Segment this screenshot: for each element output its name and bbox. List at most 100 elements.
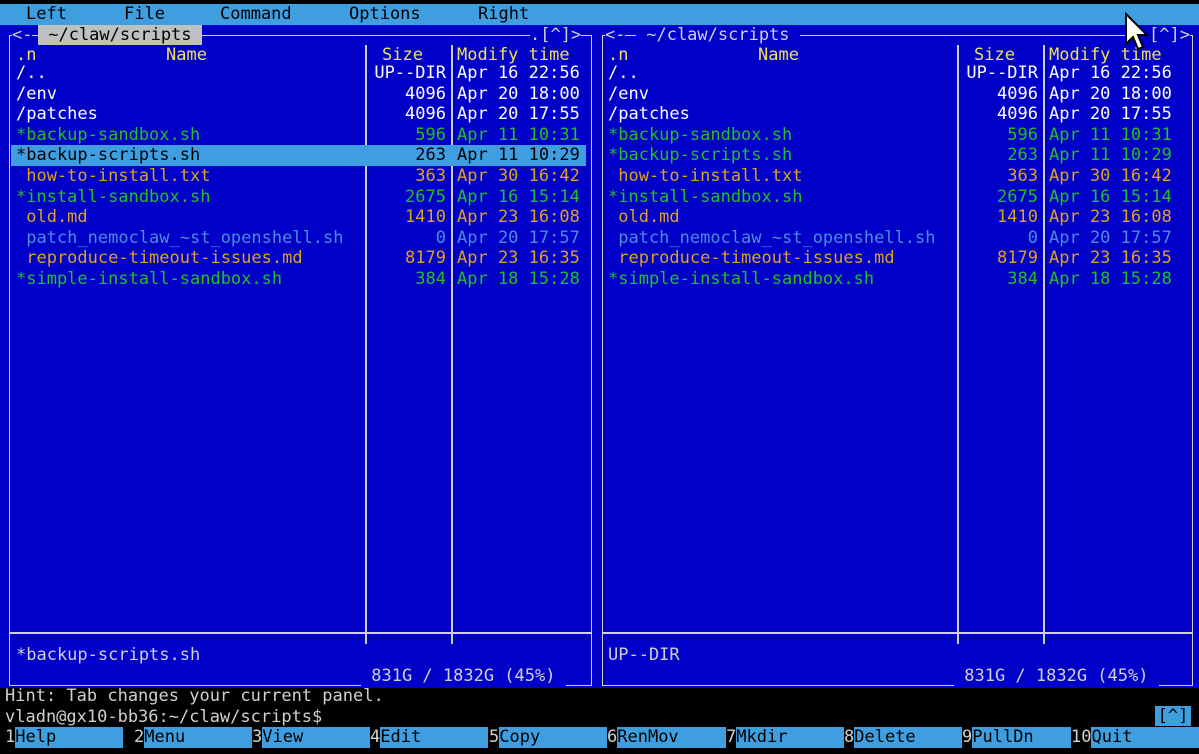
- file-name: old.md: [16, 207, 88, 228]
- fkey-number: 5: [489, 727, 500, 747]
- file-row[interactable]: /.. UP--DIR Apr 16 22:56: [11, 63, 586, 84]
- right-status-divider: [603, 632, 1192, 634]
- left-status-divider: [10, 632, 591, 634]
- file-size: 4096: [405, 83, 446, 104]
- file-row[interactable]: old.md 1410 Apr 23 16:08: [604, 207, 1192, 228]
- file-size: 1410: [405, 207, 446, 228]
- file-row[interactable]: reproduce-timeout-issues.md 8179 Apr 23 16…: [604, 248, 1192, 269]
- fkey-quit[interactable]: 10Quit: [1071, 727, 1199, 748]
- file-row[interactable]: *backup-scripts.sh 263 Apr 11 10:29: [11, 145, 586, 166]
- fkey-renmov[interactable]: 6RenMov: [607, 727, 726, 748]
- fkey-menu[interactable]: 2Menu: [134, 727, 252, 748]
- file-row[interactable]: old.md 1410 Apr 23 16:08: [11, 207, 586, 228]
- file-row[interactable]: how-to-install.txt 363 Apr 30 16:42: [11, 166, 586, 187]
- file-row[interactable]: /env 4096 Apr 20 18:00: [604, 84, 1192, 105]
- file-size: 2675: [997, 186, 1038, 207]
- file-size: 384: [1007, 269, 1038, 289]
- right-status-line: UP--DIR: [608, 645, 680, 665]
- menu-right[interactable]: Right: [478, 4, 529, 25]
- right-panel[interactable]: <- ~/claw/scripts [^]> .n Name Size Modi…: [599, 25, 1199, 688]
- file-row[interactable]: *backup-sandbox.sh 596 Apr 11 10:31: [604, 125, 1192, 146]
- file-row[interactable]: /patches 4096 Apr 20 17:55: [11, 104, 586, 125]
- file-name: *install-sandbox.sh: [608, 186, 803, 207]
- file-row[interactable]: *backup-sandbox.sh 596 Apr 11 10:31: [11, 125, 586, 146]
- file-row[interactable]: patch_nemoclaw_~st_openshell.sh 0 Apr 20 1…: [604, 228, 1192, 249]
- prompt-indicator[interactable]: [^]: [1155, 706, 1191, 726]
- file-modify-time: Apr 18 15:28: [1049, 269, 1172, 289]
- file-size: 363: [415, 166, 446, 186]
- file-size: UP--DIR: [374, 63, 446, 83]
- right-disk-usage: 831G / 1832G (45%): [954, 666, 1159, 686]
- file-size: UP--DIR: [966, 63, 1038, 83]
- file-size: 363: [1007, 166, 1038, 186]
- mouse-pointer-icon: [1125, 12, 1150, 51]
- file-size: 0: [435, 227, 446, 248]
- file-name: /..: [608, 63, 639, 83]
- fkey-number: 6: [607, 727, 618, 747]
- fkey-number: 1: [5, 727, 16, 747]
- file-row[interactable]: patch_nemoclaw_~st_openshell.sh 0 Apr 20 1…: [11, 228, 586, 249]
- file-name: *backup-scripts.sh: [608, 145, 793, 166]
- file-modify-time: Apr 11 10:29: [457, 145, 580, 166]
- left-panel-corner-left[interactable]: <-: [12, 25, 33, 45]
- fkey-view[interactable]: 3View: [252, 727, 370, 748]
- file-modify-time: Apr 18 15:28: [457, 269, 580, 289]
- right-panel-corner-left[interactable]: <-: [605, 25, 626, 45]
- fkey-number: 9: [962, 727, 973, 747]
- file-row[interactable]: /.. UP--DIR Apr 16 22:56: [604, 63, 1192, 84]
- left-panel-path[interactable]: ~/claw/scripts: [38, 25, 202, 45]
- file-row[interactable]: reproduce-timeout-issues.md 8179 Apr 23 16…: [11, 248, 586, 269]
- fkey-label: Quit: [1091, 727, 1199, 748]
- file-name: how-to-install.txt: [16, 166, 211, 186]
- file-name: how-to-install.txt: [608, 166, 803, 186]
- fkey-label: RenMov: [617, 727, 726, 748]
- fkey-mkdir[interactable]: 7Mkdir: [726, 727, 844, 748]
- fkey-number: 10: [1071, 727, 1092, 747]
- fkey-number: 4: [370, 727, 381, 747]
- left-disk-usage: 831G / 1832G (45%): [361, 666, 566, 686]
- menu-bar: Left File Command Options Right: [0, 4, 1199, 25]
- file-name: *backup-sandbox.sh: [16, 124, 201, 145]
- right-panel-path[interactable]: ~/claw/scripts: [636, 25, 800, 45]
- file-modify-time: Apr 20 18:00: [457, 83, 580, 104]
- file-size: 8179: [997, 248, 1038, 269]
- fkey-help[interactable]: 1Help: [5, 727, 123, 748]
- fkey-edit[interactable]: 4Edit: [370, 727, 488, 748]
- fkey-copy[interactable]: 5Copy: [489, 727, 607, 748]
- file-row[interactable]: *simple-install-sandbox.sh 384 Apr 18 15:2…: [604, 269, 1192, 290]
- file-modify-time: Apr 16 22:56: [457, 63, 580, 83]
- file-name: /env: [16, 83, 57, 104]
- file-modify-time: Apr 23 16:35: [457, 248, 580, 269]
- file-modify-time: Apr 20 18:00: [1049, 83, 1172, 104]
- file-row[interactable]: *install-sandbox.sh 2675 Apr 16 15:14: [11, 187, 586, 208]
- file-row[interactable]: how-to-install.txt 363 Apr 30 16:42: [604, 166, 1192, 187]
- menu-command[interactable]: Command: [220, 4, 292, 25]
- right-panel-corner-right[interactable]: [^]>: [1149, 25, 1190, 45]
- file-modify-time: Apr 11 10:31: [457, 124, 580, 145]
- left-panel[interactable]: <- ~/claw/scripts .[^]> .n Name Size Mod…: [0, 25, 599, 688]
- hint-line: Hint: Tab changes your current panel.: [5, 686, 384, 706]
- fkey-label: Menu: [144, 727, 252, 748]
- file-row[interactable]: *backup-scripts.sh 263 Apr 11 10:29: [604, 145, 1192, 166]
- file-size: 263: [415, 145, 446, 166]
- fkey-delete[interactable]: 8Delete: [844, 727, 962, 748]
- left-panel-corner-right[interactable]: .[^]>: [530, 25, 582, 45]
- file-row[interactable]: *simple-install-sandbox.sh 384 Apr 18 15:2…: [11, 269, 586, 290]
- menu-file[interactable]: File: [124, 4, 165, 25]
- file-size: 4096: [997, 104, 1038, 125]
- command-prompt[interactable]: vladn@gx10-bb36:~/claw/scripts$: [5, 707, 322, 728]
- fkey-label: Help: [15, 727, 123, 748]
- file-size: 4096: [997, 83, 1038, 104]
- file-name: reproduce-timeout-issues.md: [16, 248, 303, 269]
- menu-options[interactable]: Options: [349, 4, 421, 25]
- file-modify-time: Apr 30 16:42: [1049, 166, 1172, 186]
- file-modify-time: Apr 20 17:55: [457, 104, 580, 125]
- file-row[interactable]: /patches 4096 Apr 20 17:55: [604, 104, 1192, 125]
- file-modify-time: Apr 16 15:14: [1049, 186, 1172, 207]
- menu-left[interactable]: Left: [26, 4, 67, 25]
- fkey-pulldn[interactable]: 9PullDn: [962, 727, 1071, 748]
- file-name: *backup-scripts.sh: [16, 145, 201, 166]
- file-row[interactable]: /env 4096 Apr 20 18:00: [11, 84, 586, 105]
- file-row[interactable]: *install-sandbox.sh 2675 Apr 16 15:14: [604, 187, 1192, 208]
- file-modify-time: Apr 30 16:42: [457, 166, 580, 186]
